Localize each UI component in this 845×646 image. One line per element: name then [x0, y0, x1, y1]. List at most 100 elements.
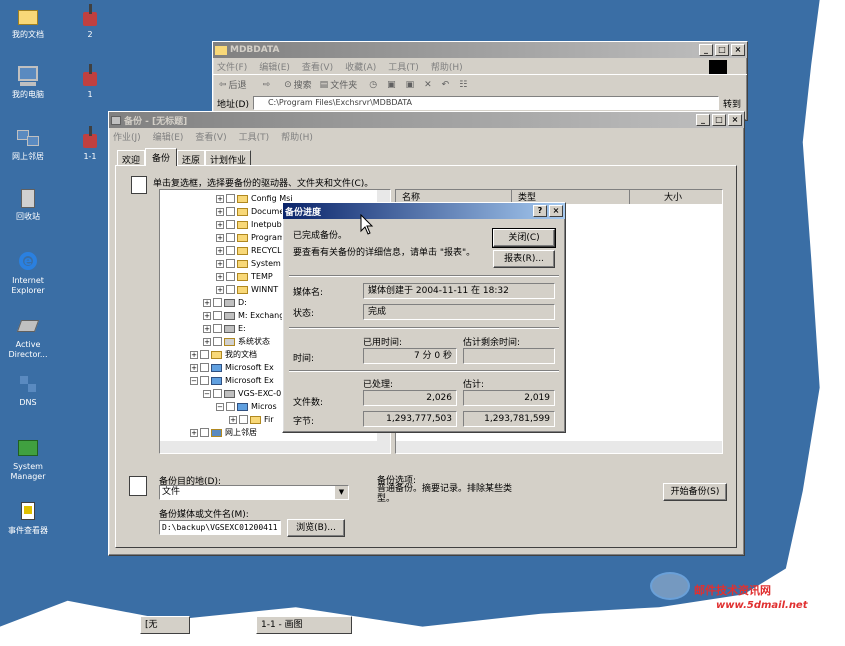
tree-checkbox[interactable] [200, 363, 209, 372]
tree-checkbox[interactable] [200, 428, 209, 437]
desktop-icon-2[interactable]: 2 [62, 4, 118, 40]
tree-checkbox[interactable] [226, 246, 235, 255]
expand-icon[interactable]: + [216, 194, 224, 203]
tree-item[interactable]: + TEMP [160, 270, 273, 283]
tree-item[interactable]: + RECYCLER [160, 244, 292, 257]
tree-item[interactable]: + Microsoft Ex [160, 361, 274, 374]
views-icon[interactable]: ☷ [459, 80, 467, 90]
tree-item[interactable]: − Microsoft Ex [160, 374, 274, 387]
taskbar-item-paint[interactable]: 1-1 - 画图 [256, 616, 352, 634]
tree-checkbox[interactable] [213, 298, 222, 307]
tree-item[interactable]: + M: Exchange [160, 309, 289, 322]
expand-icon[interactable]: + [229, 415, 237, 424]
tree-checkbox[interactable] [226, 402, 235, 411]
chevron-down-icon[interactable]: ▼ [335, 486, 348, 499]
maximize-button[interactable]: □ [712, 114, 726, 126]
tree-checkbox[interactable] [226, 207, 235, 216]
desktop-icon-system-manager[interactable]: System Manager [0, 436, 56, 482]
tree-checkbox[interactable] [226, 259, 235, 268]
tab-schedule[interactable]: 计划作业 [205, 150, 252, 166]
tab-backup[interactable]: 备份 [145, 148, 178, 166]
tree-checkbox[interactable] [213, 324, 222, 333]
expand-icon[interactable]: + [203, 337, 211, 346]
desktop-icon-my-computer[interactable]: 我的电脑 [0, 64, 56, 100]
minimize-button[interactable]: _ [699, 44, 713, 56]
tree-checkbox[interactable] [213, 311, 222, 320]
desktop-icon-recycle-bin[interactable]: 回收站 [0, 186, 56, 222]
close-button[interactable]: × [731, 44, 745, 56]
expand-icon[interactable]: + [190, 363, 198, 372]
tree-item[interactable]: − Micros [160, 400, 277, 413]
tree-item[interactable]: + Config Msi [160, 192, 293, 205]
tree-item[interactable]: + E: [160, 322, 246, 335]
tree-checkbox[interactable] [213, 337, 222, 346]
tree-item[interactable]: + Fir [160, 413, 274, 426]
tree-item[interactable]: + Documents [160, 205, 297, 218]
expand-icon[interactable]: − [203, 389, 211, 398]
expand-icon[interactable]: + [216, 233, 224, 242]
desktop-icon-my-documents[interactable]: 我的文档 [0, 4, 56, 40]
expand-icon[interactable]: − [216, 402, 224, 411]
desktop-icon-network[interactable]: 网上邻居 [0, 126, 56, 162]
tree-item[interactable]: + 我的文档 [160, 348, 257, 361]
list-hscrollbar[interactable] [396, 441, 722, 453]
desktop-icon-ie[interactable]: e Internet Explorer [0, 250, 56, 296]
menu-view[interactable]: 查看(V) [302, 60, 333, 73]
tree-checkbox[interactable] [200, 350, 209, 359]
tab-restore[interactable]: 还原 [177, 150, 206, 166]
tree-item[interactable]: + WINNT [160, 283, 278, 296]
expand-icon[interactable]: + [216, 220, 224, 229]
copy-icon[interactable]: ▣ [406, 80, 415, 90]
expand-icon[interactable]: − [190, 376, 198, 385]
delete-icon[interactable]: ✕ [424, 80, 432, 90]
menu-job[interactable]: 作业(J) [113, 130, 141, 143]
tree-item[interactable]: + System [160, 257, 281, 270]
tree-item[interactable]: + D: [160, 296, 247, 309]
menu-edit[interactable]: 编辑(E) [259, 60, 290, 73]
close-button[interactable]: × [728, 114, 742, 126]
close-dialog-button[interactable]: 关闭(C) [492, 228, 556, 248]
search-button[interactable]: 搜索 [294, 78, 312, 91]
tree-checkbox[interactable] [226, 233, 235, 242]
menu-favorites[interactable]: 收藏(A) [345, 60, 376, 73]
tree-item[interactable]: + Program [160, 231, 285, 244]
tree-checkbox[interactable] [226, 220, 235, 229]
menu-tools[interactable]: 工具(T) [239, 130, 270, 143]
folders-button[interactable]: 文件夹 [330, 78, 357, 91]
expand-icon[interactable]: + [190, 428, 198, 437]
destination-select[interactable]: 文件 ▼ [159, 485, 349, 500]
tree-item[interactable]: + 网上邻居 [160, 426, 257, 439]
tree-checkbox[interactable] [213, 389, 222, 398]
tree-item[interactable]: + 系统状态 [160, 335, 270, 348]
tree-item[interactable]: − VGS-EXC-0 [160, 387, 281, 400]
expand-icon[interactable]: + [216, 259, 224, 268]
expand-icon[interactable]: + [216, 207, 224, 216]
desktop-icon-event-viewer[interactable]: 事件查看器 [0, 500, 56, 536]
menu-edit[interactable]: 编辑(E) [153, 130, 184, 143]
column-size[interactable]: 大小 [630, 190, 722, 204]
expand-icon[interactable]: + [190, 350, 198, 359]
menu-view[interactable]: 查看(V) [195, 130, 226, 143]
expand-icon[interactable]: + [216, 285, 224, 294]
menu-help[interactable]: 帮助(H) [281, 130, 313, 143]
help-button[interactable]: ? [533, 205, 547, 217]
tree-checkbox[interactable] [239, 415, 248, 424]
tree-hscrollbar[interactable] [160, 441, 377, 453]
tree-checkbox[interactable] [226, 194, 235, 203]
maximize-button[interactable]: □ [715, 44, 729, 56]
forward-icon[interactable]: ⇨ [263, 80, 271, 90]
desktop-icon-dns[interactable]: DNS [0, 372, 56, 408]
address-input[interactable]: C:\Program Files\Exchsrvr\MDBDATA [252, 96, 719, 110]
taskbar-item-backup[interactable]: [无 [140, 616, 190, 634]
menu-help[interactable]: 帮助(H) [431, 60, 463, 73]
tree-checkbox[interactable] [200, 376, 209, 385]
undo-icon[interactable]: ↶ [442, 80, 450, 90]
report-button[interactable]: 报表(R)... [493, 250, 555, 268]
expand-icon[interactable]: + [203, 324, 211, 333]
desktop-icon-1[interactable]: 1 [62, 64, 118, 100]
back-button[interactable]: 后退 [229, 78, 247, 91]
browse-button[interactable]: 浏览(B)... [287, 519, 345, 537]
expand-icon[interactable]: + [216, 272, 224, 281]
tree-checkbox[interactable] [226, 285, 235, 294]
go-button[interactable]: 转到 [723, 97, 741, 110]
